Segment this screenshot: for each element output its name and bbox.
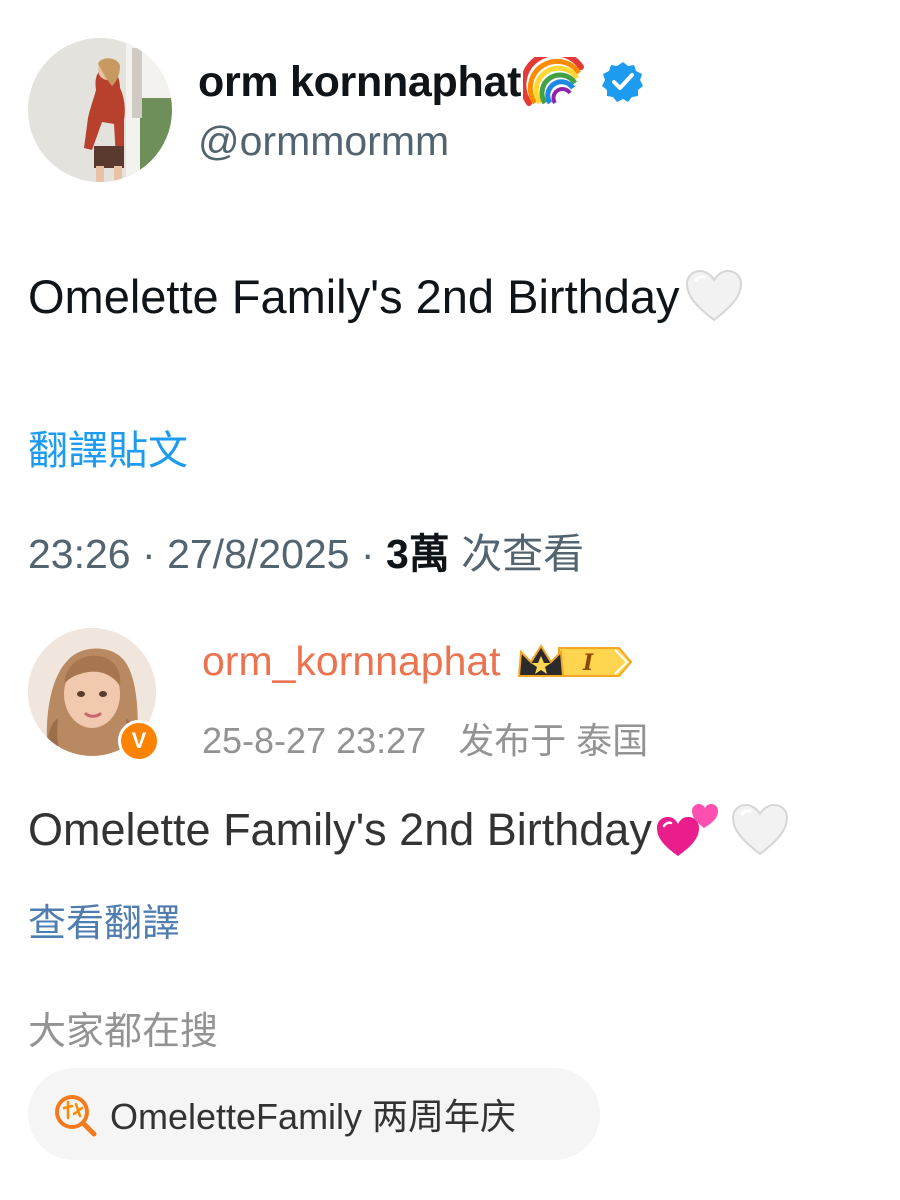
weibo-verified-badge: V: [118, 720, 160, 762]
tweet-meta: 23:26 · 27/8/2025 · 3萬 次查看: [28, 520, 584, 580]
twitter-handle[interactable]: @ormmormm: [198, 118, 449, 165]
display-name[interactable]: orm kornnaphat: [198, 58, 521, 107]
two-hearts-icon: [656, 804, 718, 856]
trending-search-label: 大家都在搜: [28, 1011, 219, 1053]
views-count: 3萬: [385, 531, 450, 577]
hot-search-chip[interactable]: OmeletteFamily 两周年庆: [28, 1068, 600, 1160]
translate-post-link[interactable]: 翻譯貼文: [28, 418, 188, 476]
tweet-time[interactable]: 23:26: [28, 531, 131, 577]
views-label: 次查看: [461, 531, 585, 577]
twitter-name-row: orm kornnaphat: [198, 52, 645, 112]
member-level-text: I: [582, 650, 594, 676]
weibo-text-row: Omelette Family's 2nd Birthday: [28, 800, 790, 860]
white-heart-icon: [731, 803, 788, 856]
weibo-username[interactable]: orm_kornnaphat: [202, 638, 501, 685]
weibo-avatar[interactable]: V: [28, 628, 160, 762]
white-heart-icon: [685, 269, 742, 322]
hot-search-query: OmeletteFamily 两周年庆: [110, 1096, 517, 1137]
view-translation-link[interactable]: 查看翻譯: [28, 892, 180, 947]
weibo-text: Omelette Family's 2nd Birthday: [28, 804, 652, 855]
weibo-timestamp-row: 25-8-27 23:27 发布于 泰国: [202, 712, 648, 764]
hot-search-icon: [55, 1095, 97, 1137]
twitter-avatar[interactable]: [28, 38, 172, 182]
rainbow-icon: [523, 57, 585, 106]
weibo-name-row: orm_kornnaphat I: [202, 638, 635, 685]
tweet-text-row: Omelette Family's 2nd Birthday: [28, 268, 744, 324]
profile-photo-icon: [28, 38, 172, 182]
meta-separator: ·: [360, 531, 375, 577]
weibo-timestamp: 25-8-27 23:27: [202, 720, 427, 761]
verified-badge-icon: [602, 62, 644, 102]
crown-level-badge-icon[interactable]: I: [515, 640, 635, 684]
tweet-date[interactable]: 27/8/2025: [167, 531, 349, 577]
meta-separator: ·: [142, 531, 156, 577]
tweet-text: Omelette Family's 2nd Birthday: [28, 269, 680, 323]
weibo-location: 发布于 泰国: [458, 720, 649, 761]
